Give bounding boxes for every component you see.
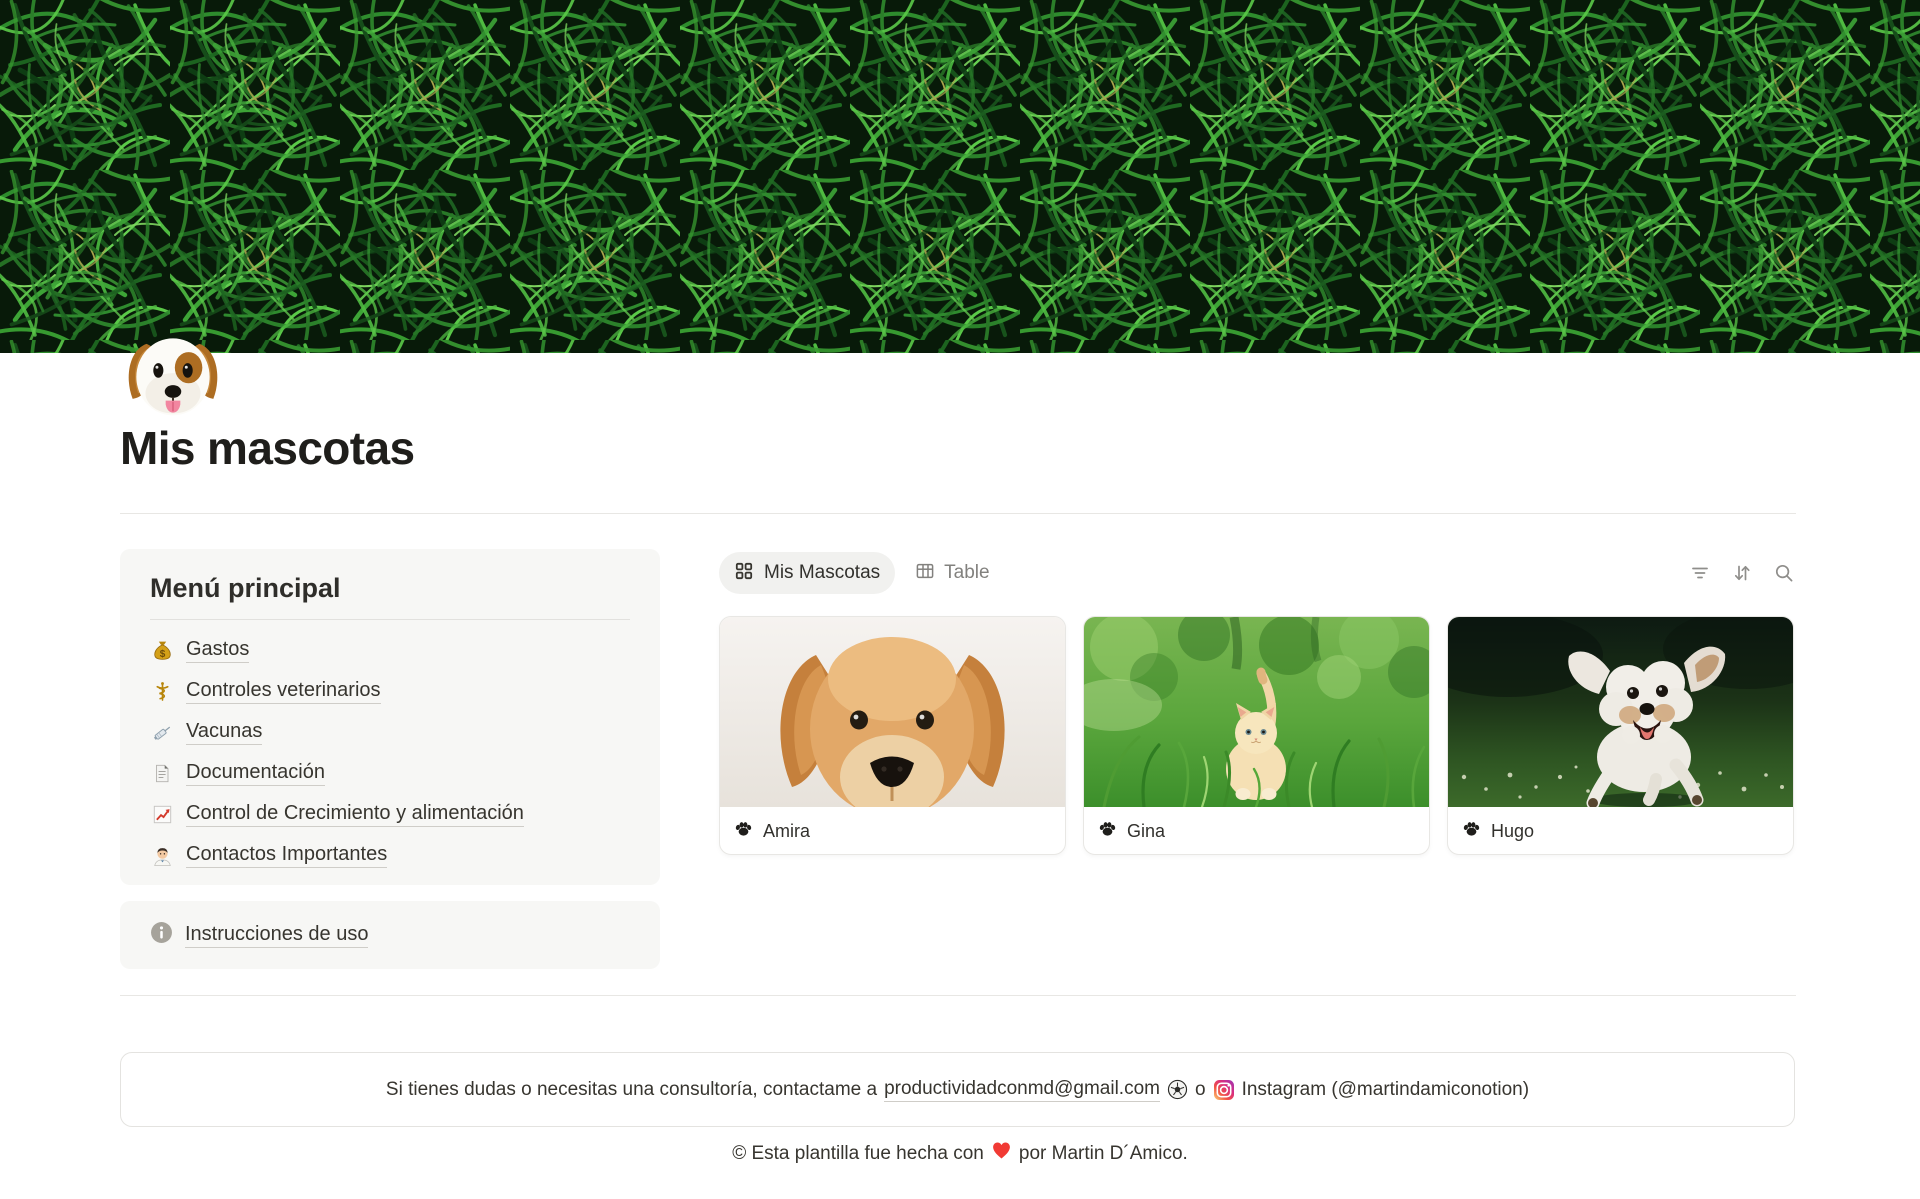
- credit-text-before: © Esta plantilla fue hecha con: [732, 1143, 984, 1165]
- view-tabs: Mis Mascotas Table: [719, 552, 1000, 594]
- gallery-view-icon: [734, 561, 754, 586]
- page-document-icon: [150, 762, 174, 786]
- syringe-icon: [150, 721, 174, 745]
- menu-item-contactos-importantes[interactable]: Contactos Importantes: [150, 835, 630, 876]
- menu-link-label[interactable]: Control de Crecimiento y alimentación: [186, 802, 524, 827]
- pet-photo-gina: [1084, 617, 1429, 807]
- paw-prints-icon: [1462, 819, 1481, 843]
- credit-line: © Esta plantilla fue hecha con por Marti…: [0, 1140, 1920, 1167]
- search-icon[interactable]: [1773, 562, 1795, 584]
- cover-image-grass: [0, 0, 1920, 353]
- instagram-label[interactable]: Instagram (@martindamiconotion): [1242, 1079, 1530, 1101]
- pets-database: Mis Mascotas Table: [719, 551, 1795, 855]
- menu-link-label[interactable]: Documentación: [186, 761, 325, 786]
- credit-text-after: por Martin D´Amico.: [1019, 1143, 1188, 1165]
- tab-table[interactable]: Table: [905, 561, 999, 586]
- instrucciones-box[interactable]: Instrucciones de uso: [120, 901, 660, 969]
- page-title: Mis mascotas: [120, 421, 1520, 475]
- pet-name: Amira: [763, 821, 810, 842]
- menu-item-documentacion[interactable]: Documentación: [150, 753, 630, 794]
- database-toolbar: Mis Mascotas Table: [719, 551, 1795, 595]
- card-caption: Amira: [720, 807, 1065, 855]
- divider: [120, 513, 1796, 514]
- filter-icon[interactable]: [1689, 562, 1711, 584]
- paw-prints-icon: [734, 819, 753, 843]
- menu-item-controles-veterinarios[interactable]: Controles veterinarios: [150, 671, 630, 712]
- notion-page: Mis mascotas Menú principal $ Gastos Con…: [0, 0, 1920, 1199]
- pet-name: Hugo: [1491, 821, 1534, 842]
- menu-principal-box: Menú principal $ Gastos Controles veteri…: [120, 549, 660, 885]
- gallery-cards: Amira: [719, 616, 1795, 855]
- paw-prints-icon: [1098, 819, 1117, 843]
- card-caption: Hugo: [1448, 807, 1793, 855]
- sort-icon[interactable]: [1731, 562, 1753, 584]
- chart-increasing-icon: [150, 803, 174, 827]
- menu-heading: Menú principal: [150, 573, 630, 604]
- pet-name: Gina: [1127, 821, 1165, 842]
- menu-divider: [150, 619, 630, 620]
- pet-card-gina[interactable]: Gina: [1083, 616, 1430, 855]
- pet-card-amira[interactable]: Amira: [719, 616, 1066, 855]
- medical-symbol-icon: [150, 680, 174, 704]
- card-caption: Gina: [1084, 807, 1429, 855]
- separator-text: o: [1195, 1079, 1206, 1101]
- info-icon: [150, 921, 173, 949]
- contact-text: Si tienes dudas o necesitas una consulto…: [386, 1079, 877, 1101]
- soccer-ball-icon: [1167, 1079, 1188, 1100]
- menu-link-label[interactable]: Contactos Importantes: [186, 843, 387, 868]
- menu-item-vacunas[interactable]: Vacunas: [150, 712, 630, 753]
- menu-list: $ Gastos Controles veterinarios Vacunas: [150, 630, 630, 876]
- pet-photo-hugo: [1448, 617, 1793, 807]
- svg-text:$: $: [159, 649, 165, 660]
- menu-link-label[interactable]: Gastos: [186, 638, 249, 663]
- tab-label: Table: [944, 562, 989, 584]
- red-heart-icon: [991, 1140, 1012, 1167]
- instructions-link-label[interactable]: Instrucciones de uso: [185, 923, 368, 948]
- pet-photo-amira: [720, 617, 1065, 807]
- menu-link-label[interactable]: Vacunas: [186, 720, 262, 745]
- tab-mis-mascotas[interactable]: Mis Mascotas: [719, 552, 895, 594]
- menu-link-label[interactable]: Controles veterinarios: [186, 679, 381, 704]
- tab-label: Mis Mascotas: [764, 562, 880, 584]
- table-view-icon: [915, 561, 935, 586]
- divider: [120, 995, 1796, 996]
- contact-box: Si tienes dudas o necesitas una consulto…: [120, 1052, 1795, 1127]
- menu-item-gastos[interactable]: $ Gastos: [150, 630, 630, 671]
- health-worker-icon: [150, 844, 174, 868]
- pet-card-hugo[interactable]: Hugo: [1447, 616, 1794, 855]
- menu-item-control-crecimiento[interactable]: Control de Crecimiento y alimentación: [150, 794, 630, 835]
- database-actions: [1689, 562, 1795, 584]
- instagram-icon: [1213, 1079, 1235, 1101]
- money-bag-icon: $: [150, 639, 174, 663]
- contact-line: Si tienes dudas o necesitas una consulto…: [386, 1078, 1529, 1102]
- email-link[interactable]: productividadconmd@gmail.com: [884, 1078, 1160, 1102]
- page-icon-dog-face[interactable]: [118, 320, 228, 430]
